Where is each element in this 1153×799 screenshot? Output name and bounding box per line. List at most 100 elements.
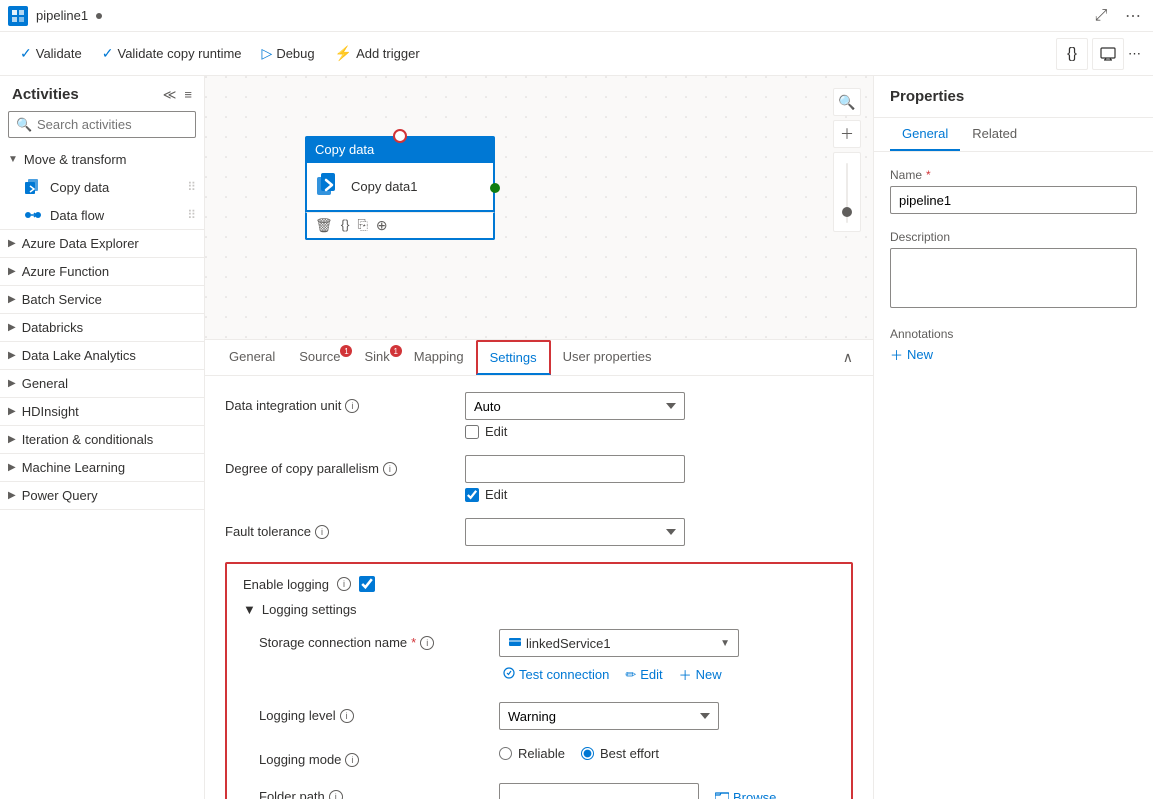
section-hdinsight-header[interactable]: ▶ HDInsight xyxy=(0,398,204,425)
filter-icon[interactable]: ≡ xyxy=(184,87,192,103)
logging-level-select[interactable]: Warning Info Error xyxy=(499,702,719,730)
plus-icon: ＋ xyxy=(890,345,903,364)
section-move-transform-header[interactable]: ▼ Move & transform xyxy=(0,146,204,173)
info-icon[interactable]: i xyxy=(340,709,354,723)
pipeline-title: pipeline1 xyxy=(36,8,88,23)
chevron-right-icon: ▶ xyxy=(8,490,16,501)
section-general-header[interactable]: ▶ General xyxy=(0,370,204,397)
more-options-button[interactable]: ⋯ xyxy=(1121,4,1145,28)
pipeline-name-input[interactable] xyxy=(890,186,1137,214)
pipeline-canvas[interactable]: Copy data Copy data1 🗑 {} ⎘ xyxy=(205,76,873,339)
new-annotation-button[interactable]: ＋ New xyxy=(890,345,933,364)
description-textarea[interactable] xyxy=(890,248,1137,308)
section-label: Databricks xyxy=(22,320,83,335)
data-integration-select[interactable]: Auto 2 4 8 xyxy=(465,392,685,420)
tab-settings[interactable]: Settings xyxy=(476,340,551,375)
activity-item-data-flow[interactable]: Data flow ⠿ xyxy=(0,201,204,229)
info-icon[interactable]: i xyxy=(329,790,343,799)
bottom-panel: General Source 1 Sink 1 Mapping Settings xyxy=(205,339,873,799)
sidebar-header: Activities ≪ ≡ xyxy=(0,76,204,111)
logging-settings-label: Logging settings xyxy=(262,602,357,617)
info-icon[interactable]: i xyxy=(345,753,359,767)
edit-link-service-button[interactable]: ✏ Edit xyxy=(621,665,666,685)
section-data-lake-analytics-header[interactable]: ▶ Data Lake Analytics xyxy=(0,342,204,369)
enable-logging-checkbox[interactable] xyxy=(359,576,375,592)
logging-level-row: Logging level i Warning Info Error xyxy=(259,702,835,730)
tab-general[interactable]: General xyxy=(217,341,287,374)
zoom-slider[interactable] xyxy=(833,152,861,232)
section-machine-learning-header[interactable]: ▶ Machine Learning xyxy=(0,454,204,481)
folder-path-input[interactable] xyxy=(499,783,699,799)
degree-edit-checkbox[interactable] xyxy=(465,488,479,502)
fault-tolerance-label: Fault tolerance xyxy=(225,524,311,539)
collapse-panel-button[interactable]: ∧ xyxy=(835,345,861,370)
search-input[interactable] xyxy=(8,111,196,138)
info-icon[interactable]: i xyxy=(315,525,329,539)
info-icon[interactable]: i xyxy=(337,577,351,591)
collapse-left-icon[interactable]: ≪ xyxy=(163,87,177,103)
search-canvas-button[interactable]: 🔍 xyxy=(833,88,861,116)
add-trigger-button[interactable]: ⚡ Add trigger xyxy=(327,41,428,66)
delete-icon[interactable]: 🗑 xyxy=(315,217,333,234)
chevron-right-icon: ▶ xyxy=(8,378,16,389)
tab-source[interactable]: Source 1 xyxy=(287,341,352,374)
section-iteration-conditionals-header[interactable]: ▶ Iteration & conditionals xyxy=(0,426,204,453)
best-effort-option[interactable]: Best effort xyxy=(581,746,659,761)
fault-tolerance-select[interactable] xyxy=(465,518,685,546)
logging-mode-row: Logging mode i Reliable xyxy=(259,746,835,767)
degree-parallelism-input[interactable] xyxy=(465,455,685,483)
debug-button[interactable]: ▷ Debug xyxy=(254,41,323,66)
code-icon[interactable]: {} xyxy=(341,217,350,234)
best-effort-radio[interactable] xyxy=(581,747,594,760)
properties-panel: Properties General Related Name * Descri… xyxy=(873,76,1153,799)
tab-user-properties[interactable]: User properties xyxy=(551,341,664,374)
section-azure-function-header[interactable]: ▶ Azure Function xyxy=(0,258,204,285)
tab-mapping[interactable]: Mapping xyxy=(402,341,476,374)
new-link-service-button[interactable]: ＋ New xyxy=(675,663,726,686)
browse-icon xyxy=(715,790,729,799)
reliable-label: Reliable xyxy=(518,746,565,761)
section-batch-service-header[interactable]: ▶ Batch Service xyxy=(0,286,204,313)
minimize-button[interactable]: ⤢ xyxy=(1089,4,1113,28)
chevron-right-icon: ▶ xyxy=(8,350,16,361)
drag-handle[interactable]: ⠿ xyxy=(187,208,196,222)
reliable-radio[interactable] xyxy=(499,747,512,760)
zoom-in-button[interactable]: ＋ xyxy=(833,120,861,148)
plus-icon: ＋ xyxy=(679,665,692,684)
section-power-query-header[interactable]: ▶ Power Query xyxy=(0,482,204,509)
activity-node-name: Copy data1 xyxy=(351,179,418,194)
monitor-button[interactable] xyxy=(1092,38,1124,70)
bottom-tabs: General Source 1 Sink 1 Mapping Settings xyxy=(205,340,873,376)
debug-icon: ▷ xyxy=(262,45,273,62)
test-connection-button[interactable]: Test connection xyxy=(499,665,613,684)
validate-copy-icon: ✓ xyxy=(102,45,114,62)
connect-icon[interactable]: ⊕ xyxy=(376,217,388,234)
activity-node-copy-data[interactable]: Copy data Copy data1 🗑 {} ⎘ xyxy=(305,136,495,240)
edit-checkbox-row: Edit xyxy=(465,487,853,502)
info-icon[interactable]: i xyxy=(345,399,359,413)
info-icon[interactable]: i xyxy=(383,462,397,476)
degree-parallelism-row: Degree of copy parallelism i Edit xyxy=(225,455,853,502)
browse-button[interactable]: Browse xyxy=(707,786,784,799)
copy-icon[interactable]: ⎘ xyxy=(357,217,367,234)
prop-tab-related[interactable]: Related xyxy=(960,118,1029,151)
info-icon[interactable]: i xyxy=(420,636,434,650)
data-integration-edit-checkbox[interactable] xyxy=(465,425,479,439)
main-toolbar: ✓ Validate ✓ Validate copy runtime ▷ Deb… xyxy=(0,32,1153,76)
code-view-button[interactable]: {} xyxy=(1056,38,1088,70)
activity-item-copy-data[interactable]: Copy data ⠿ xyxy=(0,173,204,201)
prop-tab-general[interactable]: General xyxy=(890,118,960,151)
more-toolbar-button[interactable]: ⋯ xyxy=(1128,46,1141,62)
reliable-option[interactable]: Reliable xyxy=(499,746,565,761)
storage-connection-select[interactable]: linkedService1 ▼ xyxy=(499,629,739,657)
drag-handle[interactable]: ⠿ xyxy=(187,180,196,194)
section-label: Iteration & conditionals xyxy=(22,432,154,447)
annotations-field: Annotations ＋ New xyxy=(890,327,1137,364)
validate-button[interactable]: ✓ Validate xyxy=(12,41,90,66)
tab-sink[interactable]: Sink 1 xyxy=(352,341,401,374)
section-databricks-header[interactable]: ▶ Databricks xyxy=(0,314,204,341)
section-label: Azure Function xyxy=(22,264,109,279)
validate-copy-button[interactable]: ✓ Validate copy runtime xyxy=(94,41,250,66)
search-icon: 🔍 xyxy=(16,117,32,133)
section-azure-data-explorer-header[interactable]: ▶ Azure Data Explorer xyxy=(0,230,204,257)
